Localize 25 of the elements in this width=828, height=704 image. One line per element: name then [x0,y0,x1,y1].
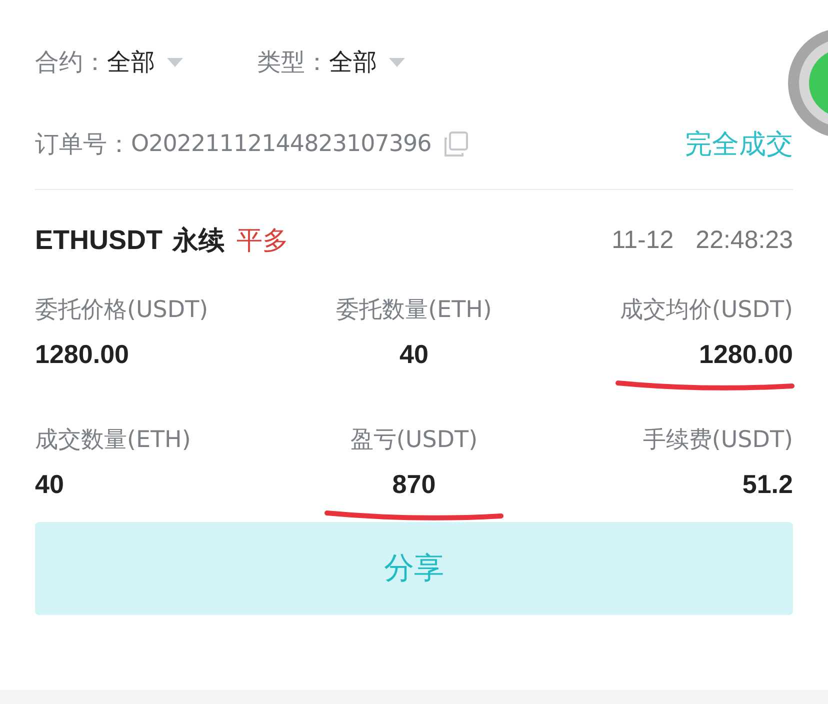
field-value: 40 [400,339,428,370]
caret-icon [167,58,183,66]
trade-date: 11-12 [612,226,674,254]
trade-time: 22:48:23 [696,226,793,254]
field-value: 870 [392,469,436,500]
field-value: 51.2 [742,469,793,500]
field-label: 手续费(USDT) [642,426,793,455]
field-value: 1280.00 [35,339,129,370]
order-number-label: 订单号： [35,129,131,160]
symbol-title: ETHUSDT [35,224,162,256]
copy-icon[interactable] [443,131,470,157]
filter-dropdown[interactable]: 类型：全部 [257,42,405,82]
field-label: 盈亏(USDT) [350,426,478,455]
field-value: 40 [35,469,64,500]
field-label: 成交数量(ETH) [35,426,191,455]
caret-icon [389,58,405,66]
field-label: 委托数量(ETH) [336,296,492,325]
order-side: 平多 [236,224,288,258]
field-label: 成交均价(USDT) [620,296,793,325]
order-status: 完全成交 [685,128,793,162]
contract-type: 永续 [172,224,224,258]
field-value: 1280.00 [699,339,793,370]
field-label: 委托价格(USDT) [35,296,208,325]
order-number: O20221112144823107396 [131,131,432,157]
filter-dropdown[interactable]: 合约：全部 [35,42,183,82]
